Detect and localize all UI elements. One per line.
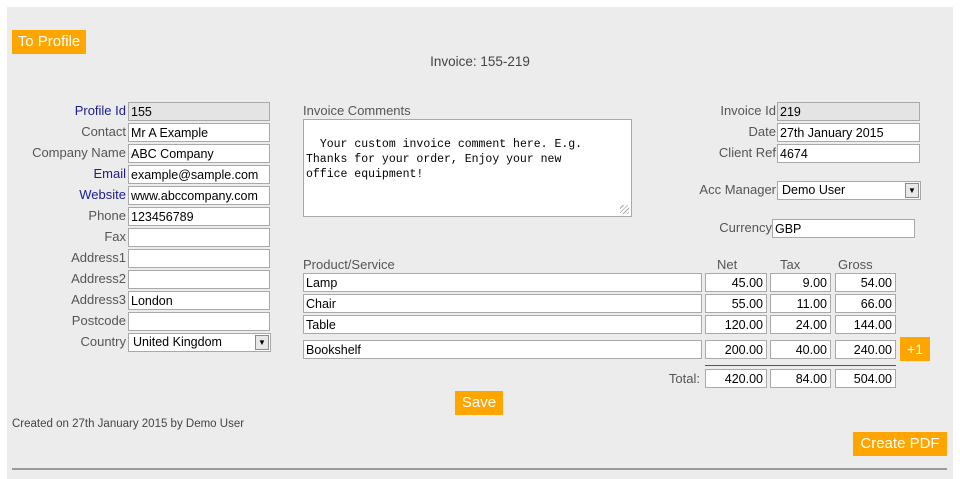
contact-field[interactable]: Mr A Example <box>128 123 270 142</box>
currency-label: Currency <box>719 220 772 235</box>
address3-label: Address3 <box>71 292 126 307</box>
client-ref-field[interactable]: 4674 <box>777 144 920 163</box>
net-field[interactable]: 120.00 <box>705 315 767 334</box>
gross-field[interactable]: 66.00 <box>835 294 896 313</box>
invoice-title: Invoice: 155-219 <box>430 54 530 69</box>
totals-divider <box>705 365 896 366</box>
country-select[interactable]: United Kingdom ▼ <box>128 333 271 352</box>
tax-field[interactable]: 40.00 <box>770 340 831 359</box>
profile-id-label: Profile Id <box>74 103 126 118</box>
gross-field[interactable]: 240.00 <box>835 340 896 359</box>
client-ref-label: Client Ref <box>718 145 776 160</box>
net-field[interactable]: 200.00 <box>705 340 767 359</box>
total-label: Total: <box>668 371 700 386</box>
profile-id-field: 155 <box>128 102 270 121</box>
currency-field[interactable]: GBP <box>772 219 915 238</box>
company-name-label: Company Name <box>32 145 126 160</box>
product-column-header: Product/Service <box>303 257 395 272</box>
address1-field[interactable] <box>128 249 270 268</box>
bottom-divider <box>12 468 947 470</box>
total-tax-field: 84.00 <box>770 369 831 388</box>
gross-field[interactable]: 144.00 <box>835 315 896 334</box>
company-name-field[interactable]: ABC Company <box>128 144 270 163</box>
address1-label: Address1 <box>71 250 126 265</box>
tax-field[interactable]: 9.00 <box>770 273 831 292</box>
fax-field[interactable] <box>128 228 270 247</box>
chevron-down-icon[interactable]: ▼ <box>905 183 919 198</box>
website-label[interactable]: Website <box>10 186 126 204</box>
product-field[interactable]: Lamp <box>303 273 702 292</box>
phone-label: Phone <box>88 208 126 223</box>
create-pdf-button[interactable]: Create PDF <box>853 432 947 456</box>
date-field[interactable]: 27th January 2015 <box>777 123 920 142</box>
fax-label: Fax <box>104 229 126 244</box>
tax-field[interactable]: 24.00 <box>770 315 831 334</box>
total-gross-field: 504.00 <box>835 369 896 388</box>
invoice-id-field: 219 <box>777 102 920 121</box>
created-info: Created on 27th January 2015 by Demo Use… <box>12 418 245 430</box>
phone-field[interactable]: 123456789 <box>128 207 270 226</box>
chevron-down-icon[interactable]: ▼ <box>255 335 269 350</box>
net-field[interactable]: 45.00 <box>705 273 767 292</box>
email-field[interactable]: example@sample.com <box>128 165 270 184</box>
product-field[interactable]: Bookshelf <box>303 340 702 359</box>
gross-field[interactable]: 54.00 <box>835 273 896 292</box>
date-label: Date <box>748 124 776 139</box>
product-field[interactable]: Table <box>303 315 702 334</box>
tax-field[interactable]: 11.00 <box>770 294 831 313</box>
acc-manager-select[interactable]: Demo User ▼ <box>777 181 921 200</box>
invoice-comments-label: Invoice Comments <box>303 103 411 118</box>
save-button[interactable]: Save <box>455 391 503 415</box>
contact-label: Contact <box>81 124 126 139</box>
acc-manager-value: Demo User <box>782 183 846 197</box>
add-row-button[interactable]: +1 <box>900 337 930 361</box>
tax-column-header: Tax <box>780 257 801 272</box>
website-field[interactable]: www.abccompany.com <box>128 186 270 205</box>
net-field[interactable]: 55.00 <box>705 294 767 313</box>
postcode-label: Postcode <box>71 313 126 328</box>
invoice-comments-textarea[interactable]: Your custom invoice comment here. E.g. T… <box>303 119 632 217</box>
country-value: United Kingdom <box>133 335 222 349</box>
to-profile-button[interactable]: To Profile <box>12 30 86 54</box>
total-net-field: 420.00 <box>705 369 767 388</box>
address2-field[interactable] <box>128 270 270 289</box>
invoice-id-label: Invoice Id <box>720 103 776 118</box>
resize-grip-icon[interactable] <box>620 205 629 214</box>
invoice-comments-text: Your custom invoice comment here. E.g. T… <box>306 138 583 181</box>
country-label: Country <box>80 334 126 349</box>
email-label[interactable]: Email <box>10 165 126 183</box>
address3-field[interactable]: London <box>128 291 270 310</box>
gross-column-header: Gross <box>838 257 873 272</box>
product-field[interactable]: Chair <box>303 294 702 313</box>
address2-label: Address2 <box>71 271 126 286</box>
postcode-field[interactable] <box>128 312 270 331</box>
net-column-header: Net <box>717 257 738 272</box>
acc-manager-label: Acc Manager <box>699 182 776 197</box>
